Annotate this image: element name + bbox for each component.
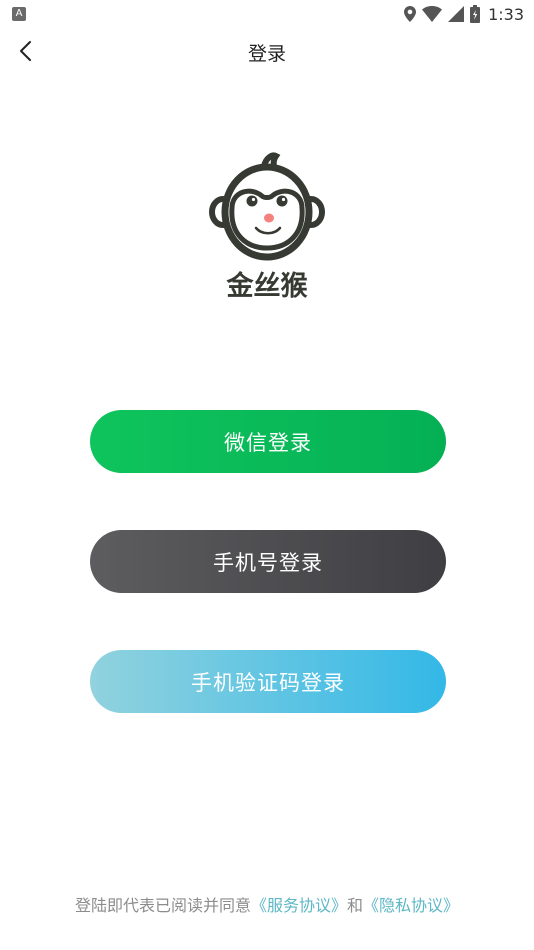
agreement-prefix: 登陆即代表已阅读并同意 <box>74 896 251 915</box>
status-bar: A 1:33 <box>0 0 534 28</box>
agreement-text: 登陆即代表已阅读并同意《服务协议》和《隐私协议》 <box>0 892 534 916</box>
header: 登录 <box>0 30 534 72</box>
location-icon <box>404 6 417 22</box>
login-screen: A 1:33 登录 金丝猴 微信登录 手机号登录 手机验证码登录 登陆即代表已阅… <box>0 0 534 950</box>
status-time: 1:33 <box>488 4 524 24</box>
wechat-login-button[interactable]: 微信登录 <box>90 410 446 473</box>
agreement-joiner: 和 <box>347 896 364 915</box>
phone-login-button[interactable]: 手机号登录 <box>90 530 446 593</box>
sms-code-login-button[interactable]: 手机验证码登录 <box>90 650 446 713</box>
signal-icon <box>448 6 465 22</box>
status-icons: 1:33 <box>404 4 524 24</box>
page-title: 登录 <box>247 43 286 65</box>
app-logo: 金丝猴 <box>206 150 328 305</box>
service-agreement-link[interactable]: 《服务协议》 <box>251 896 347 915</box>
a-notification-icon: A <box>12 7 26 21</box>
wifi-icon <box>422 6 443 22</box>
monkey-face-logo: 金丝猴 <box>209 152 325 302</box>
battery-icon <box>470 5 481 23</box>
privacy-agreement-link[interactable]: 《隐私协议》 <box>363 896 459 915</box>
logo-text: 金丝猴 <box>226 270 309 302</box>
